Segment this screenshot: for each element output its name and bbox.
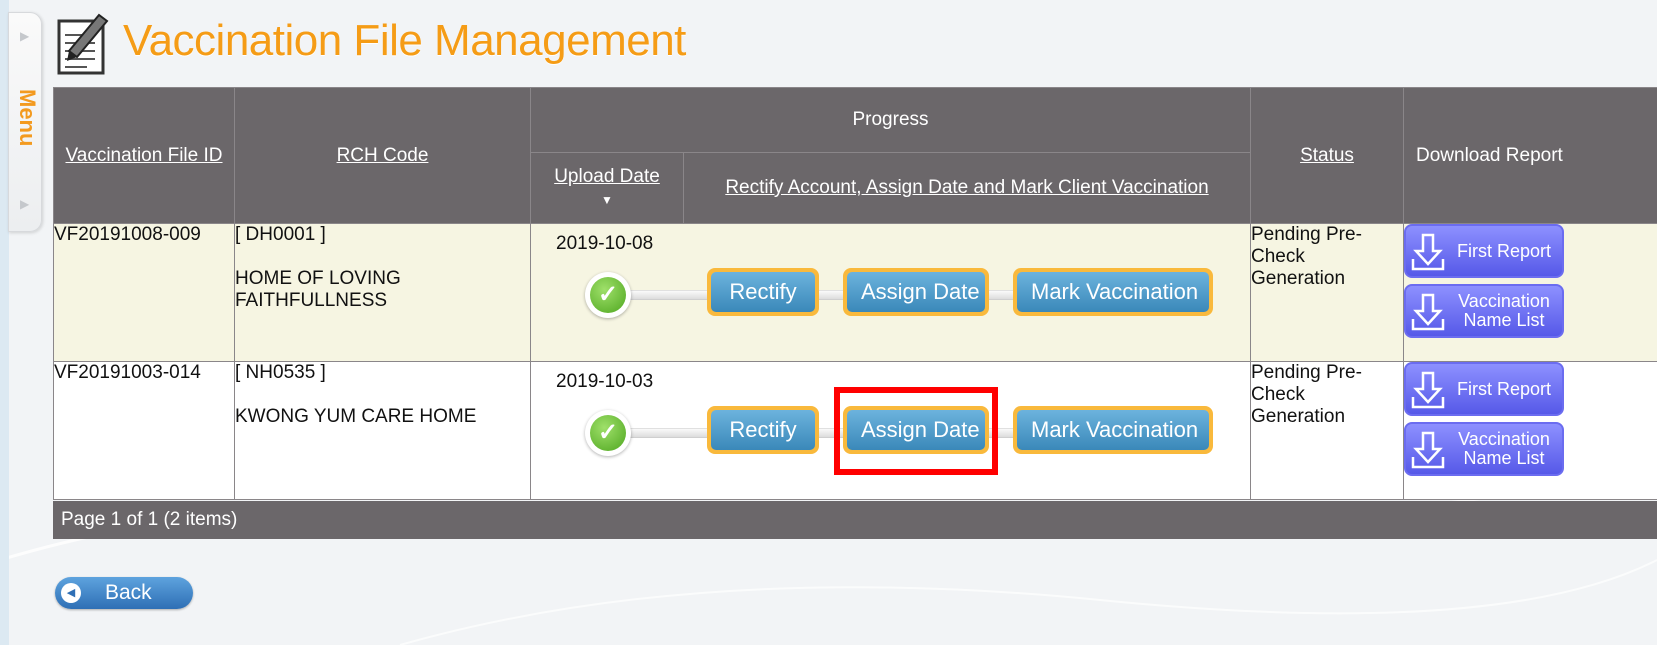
sort-link-rch-code[interactable]: RCH Code [337, 145, 429, 166]
vaccination-file-table: Vaccination File ID RCH Code Progress St… [53, 87, 1657, 500]
rch-cell: [ DH0001 ] HOME OF LOVING FAITHFULLNESS [234, 223, 531, 362]
highlight-box [834, 387, 998, 475]
expand-arrow-icon: ▶ [20, 197, 30, 211]
header-download-report: Download Report [1403, 87, 1657, 224]
rch-code: [ DH0001 ] [235, 224, 326, 245]
side-menu-label: Menu [15, 89, 40, 147]
header-file-id[interactable]: Vaccination File ID [53, 87, 235, 224]
status-cell: Pending Pre-Check Generation [1250, 361, 1404, 500]
header-status[interactable]: Status [1250, 87, 1404, 224]
back-button[interactable]: ◀ Back [55, 577, 193, 609]
rectify-button[interactable]: Rectify [707, 268, 819, 316]
file-id-cell: VF20191003-014 [53, 361, 235, 500]
header-rch-code[interactable]: RCH Code [234, 87, 531, 224]
header-upload-date[interactable]: Upload Date ▼ [530, 152, 684, 224]
rectify-button[interactable]: Rectify [707, 406, 819, 454]
header-rectify-group[interactable]: Rectify Account, Assign Date and Mark Cl… [683, 152, 1251, 224]
assign-date-button[interactable]: Assign Date [843, 268, 989, 316]
file-id-cell: VF20191008-009 [53, 223, 235, 362]
page-title: Vaccination File Management [123, 16, 686, 65]
check-circle-icon: ✓ [585, 272, 631, 318]
download-cell: First Report Vaccination Name List [1403, 223, 1657, 362]
sort-desc-icon: ▼ [601, 193, 613, 207]
sort-link-rectify-group[interactable]: Rectify Account, Assign Date and Mark Cl… [725, 177, 1208, 198]
progress-cell: 2019-10-08 ✓ Rectify Assign Date Mark Va… [530, 223, 1251, 362]
rch-name: HOME OF LOVING FAITHFULLNESS [235, 268, 401, 311]
vaccination-name-list-button[interactable]: Vaccination Name List [1404, 422, 1564, 476]
sort-link-upload-date[interactable]: Upload Date [554, 166, 660, 187]
pager: Page 1 of 1 (2 items) [53, 501, 1657, 539]
first-report-button[interactable]: First Report [1404, 224, 1564, 278]
download-cell: First Report Vaccination Name List [1403, 361, 1657, 500]
chevron-left-icon: ◀ [61, 583, 81, 603]
document-pen-icon [57, 13, 109, 75]
status-cell: Pending Pre-Check Generation [1250, 223, 1404, 362]
table-row: VF20191008-009 [ DH0001 ] HOME OF LOVING… [53, 223, 1657, 362]
upload-date: 2019-10-08 [556, 233, 654, 254]
expand-arrow-icon: ▶ [20, 29, 30, 43]
rch-name: KWONG YUM CARE HOME [235, 406, 477, 427]
download-arrow-icon [1411, 371, 1445, 409]
download-arrow-icon [1411, 293, 1445, 331]
upload-date: 2019-10-03 [556, 371, 654, 392]
progress-cell: 2019-10-03 ✓ Rectify Assign Date Mark Va… [530, 361, 1251, 500]
mark-vaccination-button[interactable]: Mark Vaccination [1013, 268, 1213, 316]
download-arrow-icon [1411, 233, 1445, 271]
side-menu-tab[interactable]: ▶ Menu ▶ [8, 12, 42, 232]
mark-vaccination-button[interactable]: Mark Vaccination [1013, 406, 1213, 454]
rch-cell: [ NH0535 ] KWONG YUM CARE HOME [234, 361, 531, 500]
vaccination-name-list-button[interactable]: Vaccination Name List [1404, 284, 1564, 338]
download-arrow-icon [1411, 431, 1445, 469]
sort-link-status[interactable]: Status [1300, 145, 1354, 166]
table-row: VF20191003-014 [ NH0535 ] KWONG YUM CARE… [53, 361, 1657, 500]
check-circle-icon: ✓ [585, 410, 631, 456]
rch-code: [ NH0535 ] [235, 362, 326, 383]
first-report-button[interactable]: First Report [1404, 362, 1564, 416]
header-progress: Progress [530, 87, 1251, 153]
sort-link-file-id[interactable]: Vaccination File ID [66, 145, 223, 166]
